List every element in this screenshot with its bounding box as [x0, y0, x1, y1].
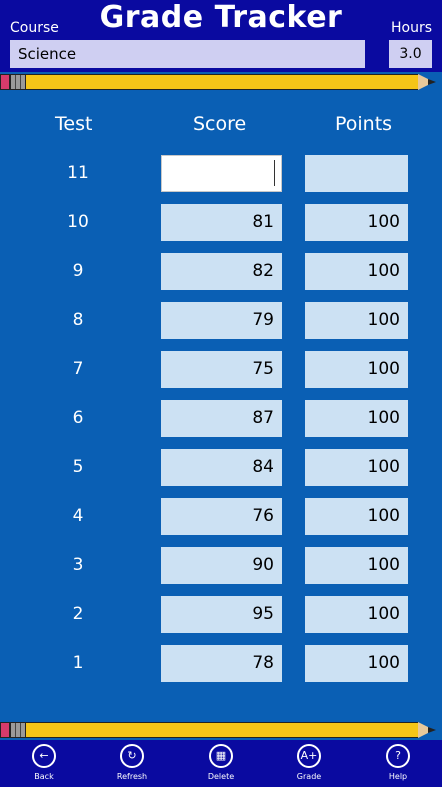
column-header-points: Points	[335, 113, 393, 135]
app-title: Grade Tracker	[99, 0, 343, 35]
delete-icon: ▦	[209, 744, 233, 768]
points-input[interactable]: 100	[305, 547, 408, 584]
pencil-divider-top	[0, 72, 442, 92]
back-icon: ←	[32, 744, 56, 768]
points-input[interactable]: 100	[305, 596, 408, 633]
help-button[interactable]: ? Help	[368, 744, 428, 781]
refresh-button[interactable]: ↻ Refresh	[102, 744, 162, 781]
hours-input[interactable]: 3.0	[389, 40, 432, 68]
score-input[interactable]	[161, 155, 282, 192]
score-input[interactable]: 82	[161, 253, 282, 290]
grade-button[interactable]: A+ Grade	[279, 744, 339, 781]
grade-label: Grade	[296, 772, 322, 781]
score-input[interactable]: 81	[161, 204, 282, 241]
column-header-score: Score	[193, 113, 247, 135]
help-icon: ?	[386, 744, 410, 768]
points-input[interactable]: 100	[305, 253, 408, 290]
refresh-label: Refresh	[116, 772, 148, 781]
test-number: 1	[72, 653, 84, 673]
score-input[interactable]: 87	[161, 400, 282, 437]
course-label: Course	[10, 20, 59, 36]
score-input[interactable]: 75	[161, 351, 282, 388]
column-header-test: Test	[55, 113, 93, 135]
test-number: 8	[72, 310, 84, 330]
help-label: Help	[388, 772, 408, 781]
test-number: 6	[72, 408, 84, 428]
points-input[interactable]: 100	[305, 400, 408, 437]
delete-label: Delete	[207, 772, 235, 781]
score-input[interactable]: 90	[161, 547, 282, 584]
points-input[interactable]: 100	[305, 498, 408, 535]
delete-button[interactable]: ▦ Delete	[191, 744, 251, 781]
test-number: 5	[72, 457, 84, 477]
points-input[interactable]	[305, 155, 408, 192]
text-caret	[274, 160, 275, 186]
back-label: Back	[34, 772, 54, 781]
test-number: 2	[72, 604, 84, 624]
score-input[interactable]: 79	[161, 302, 282, 339]
points-input[interactable]: 100	[305, 204, 408, 241]
test-number: 7	[72, 359, 84, 379]
test-number: 4	[72, 506, 84, 526]
hours-label: Hours	[390, 20, 432, 36]
course-input[interactable]: Science	[10, 40, 365, 68]
score-input[interactable]: 76	[161, 498, 282, 535]
points-input[interactable]: 100	[305, 302, 408, 339]
points-input[interactable]: 100	[305, 645, 408, 682]
test-number: 11	[67, 163, 89, 183]
score-input[interactable]: 95	[161, 596, 282, 633]
test-number: 9	[72, 261, 84, 281]
test-number: 3	[72, 555, 84, 575]
app-bar: ← Back ↻ Refresh ▦ Delete A+ Grade ? Hel…	[0, 740, 442, 787]
test-number: 10	[67, 212, 89, 232]
score-input[interactable]: 78	[161, 645, 282, 682]
points-input[interactable]: 100	[305, 351, 408, 388]
score-input[interactable]: 84	[161, 449, 282, 486]
refresh-icon: ↻	[120, 744, 144, 768]
points-input[interactable]: 100	[305, 449, 408, 486]
pencil-divider-bottom	[0, 720, 442, 740]
back-button[interactable]: ← Back	[14, 744, 74, 781]
grade-icon: A+	[297, 744, 321, 768]
